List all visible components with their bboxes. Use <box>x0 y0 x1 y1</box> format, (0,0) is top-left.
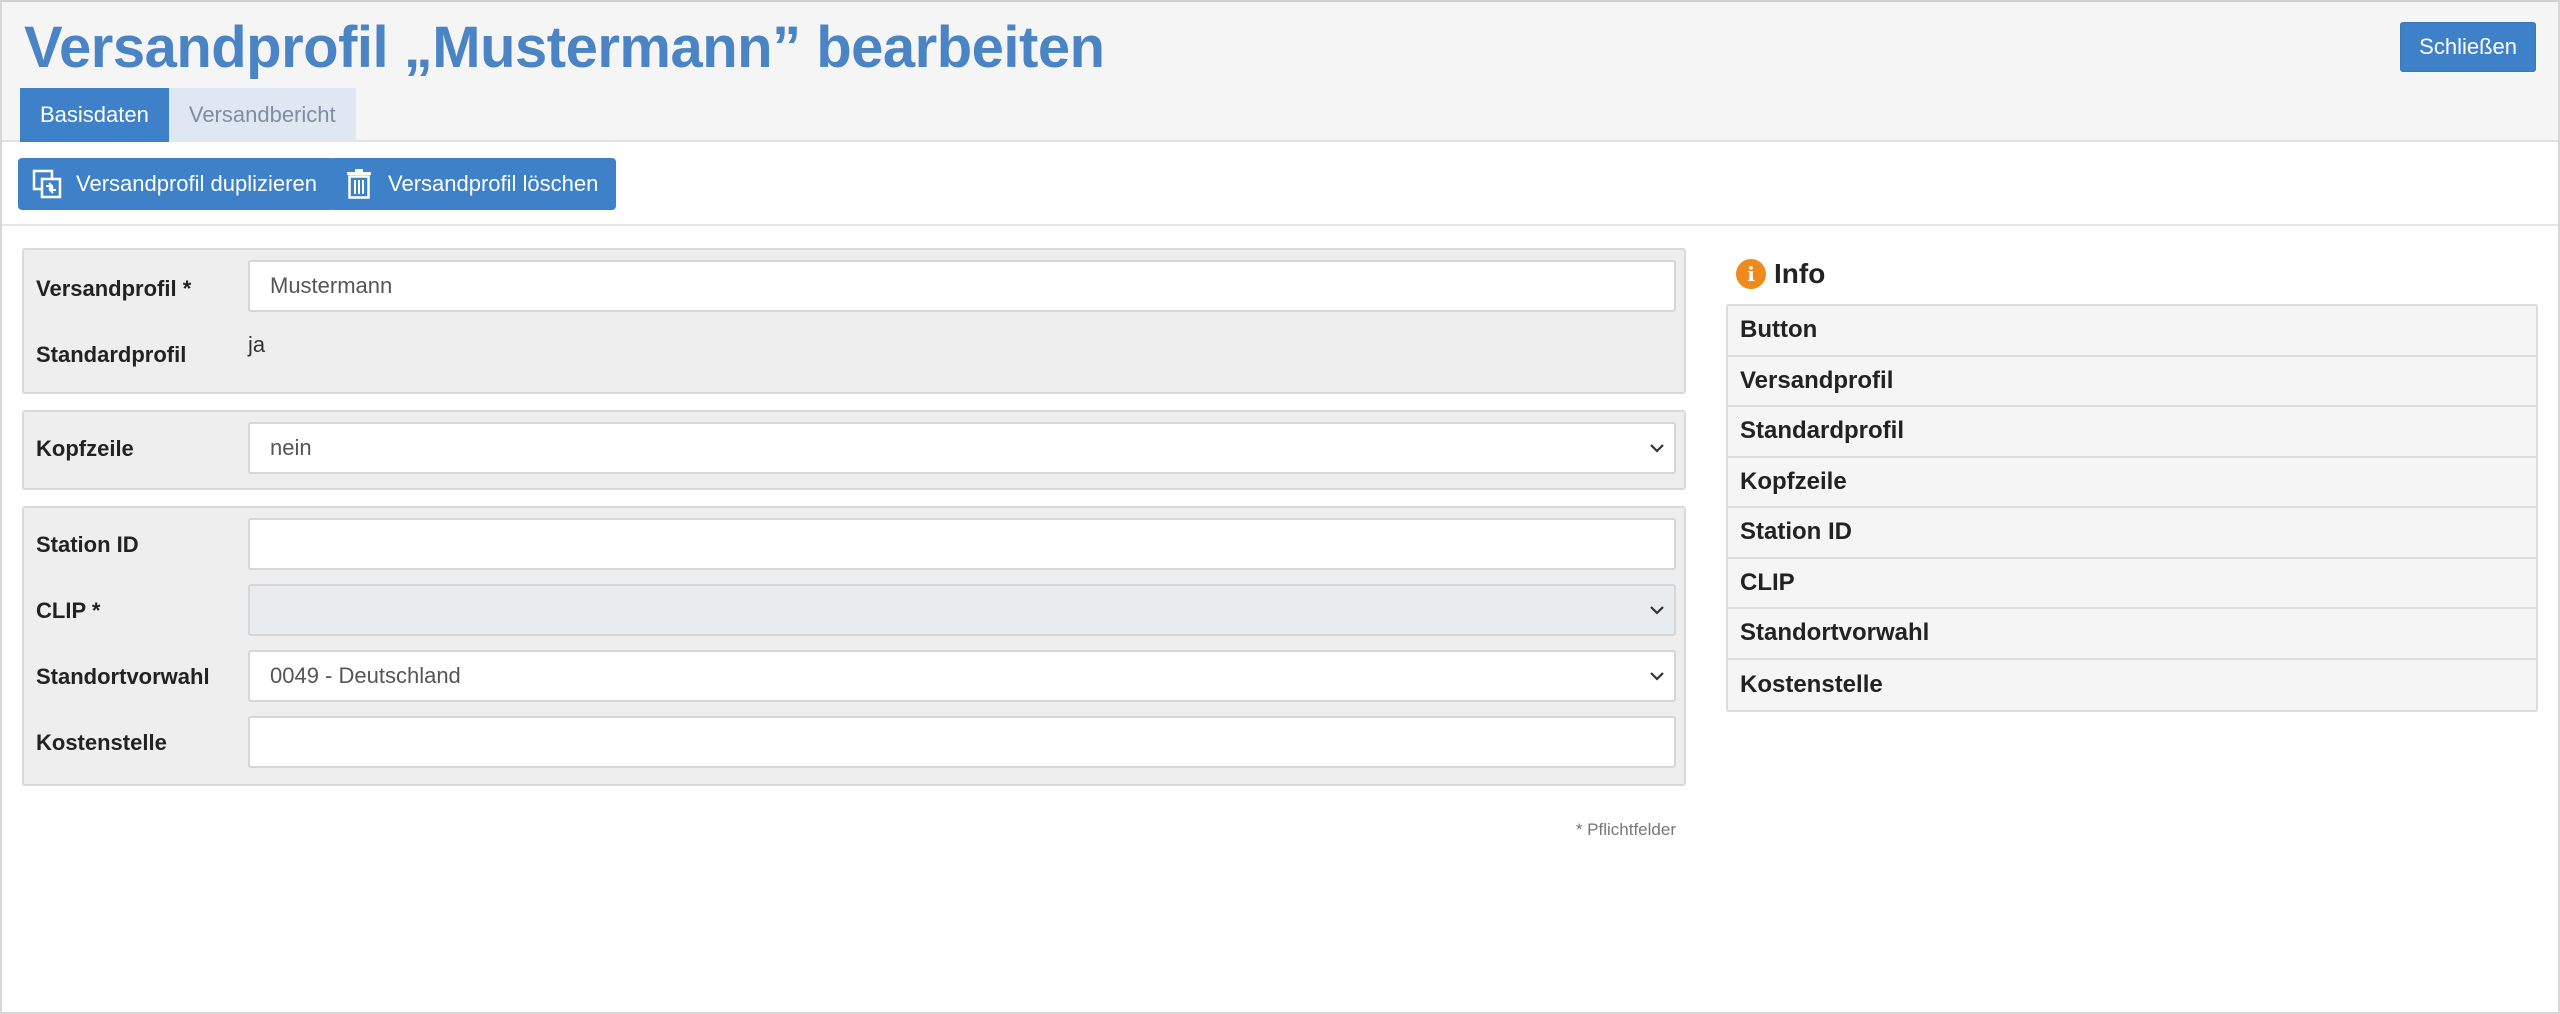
kostenstelle-label: Kostenstelle <box>36 730 167 755</box>
clip-label: CLIP * <box>36 598 101 623</box>
page-title: Versandprofil „Mustermann” bearbeiten <box>24 15 1105 80</box>
required-note: * Pflichtfelder <box>1575 820 1676 839</box>
page-header: Versandprofil „Mustermann” bearbeiten Sc… <box>2 2 2558 142</box>
kopfzeile-select-value: nein <box>270 435 312 460</box>
chevron-down-icon <box>1646 437 1668 459</box>
kopfzeile-label: Kopfzeile <box>36 436 134 461</box>
standardprofil-value: ja <box>248 332 266 357</box>
toolbar: Versandprofil duplizieren Versandprofil … <box>2 142 2558 226</box>
delete-button[interactable]: Versandprofil löschen <box>330 158 617 210</box>
standardprofil-label: Standardprofil <box>36 342 187 367</box>
trash-icon <box>344 168 374 200</box>
info-item-clip[interactable]: CLIP <box>1728 559 2536 609</box>
panel-details: Station ID CLIP * Standortvorwahl 0049 -… <box>22 506 1686 786</box>
standortvorwahl-select-value: 0049 - Deutschland <box>270 663 461 688</box>
duplicate-icon <box>32 168 62 200</box>
chevron-down-icon <box>1646 665 1668 687</box>
info-item-kostenstelle[interactable]: Kostenstelle <box>1728 660 2536 711</box>
tab-basisdaten[interactable]: Basisdaten <box>20 88 169 142</box>
info-header: i Info <box>1736 258 1825 290</box>
info-list: Button Versandprofil Standardprofil Kopf… <box>1726 304 2538 712</box>
info-item-standardprofil[interactable]: Standardprofil <box>1728 407 2536 458</box>
kopfzeile-select[interactable]: nein <box>248 422 1676 474</box>
standortvorwahl-select[interactable]: 0049 - Deutschland <box>248 650 1676 702</box>
panel-kopfzeile: Kopfzeile nein <box>22 410 1686 490</box>
versandprofil-input[interactable]: Mustermann <box>248 260 1676 312</box>
tab-versandbericht[interactable]: Versandbericht <box>168 88 356 142</box>
info-title: Info <box>1774 258 1826 289</box>
info-item-kopfzeile[interactable]: Kopfzeile <box>1728 458 2536 508</box>
versandprofil-label: Versandprofil * <box>36 276 192 301</box>
tab-bar: Basisdaten Versandbericht <box>20 88 356 142</box>
duplicate-button-label: Versandprofil duplizieren <box>76 171 317 196</box>
clip-select[interactable] <box>248 584 1676 636</box>
info-item-standortvorwahl[interactable]: Standortvorwahl <box>1728 609 2536 660</box>
station-id-input[interactable] <box>248 518 1676 570</box>
close-button[interactable]: Schließen <box>2400 22 2536 72</box>
info-item-station-id[interactable]: Station ID <box>1728 508 2536 559</box>
delete-button-label: Versandprofil löschen <box>388 171 599 196</box>
chevron-down-icon <box>1646 599 1668 621</box>
panel-basis: Versandprofil * Mustermann Standardprofi… <box>22 248 1686 394</box>
duplicate-button[interactable]: Versandprofil duplizieren <box>18 158 335 210</box>
standortvorwahl-label: Standortvorwahl <box>36 664 210 689</box>
station-id-label: Station ID <box>36 532 139 557</box>
info-item-versandprofil[interactable]: Versandprofil <box>1728 357 2536 407</box>
info-item-button[interactable]: Button <box>1728 306 2536 357</box>
info-icon: i <box>1736 259 1766 289</box>
kostenstelle-input[interactable] <box>248 716 1676 768</box>
